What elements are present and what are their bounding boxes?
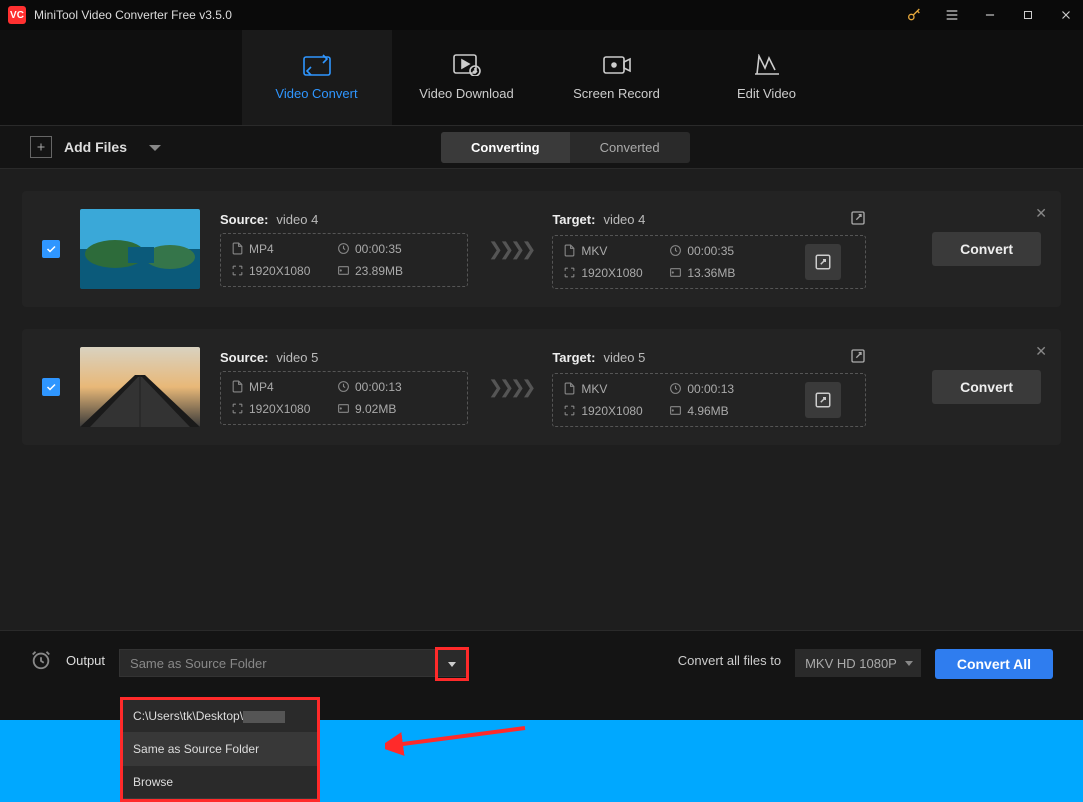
target-label: Target: bbox=[552, 212, 595, 227]
source-format: MP4 bbox=[231, 242, 331, 256]
tab-converted[interactable]: Converted bbox=[570, 132, 690, 163]
source-duration: 00:00:35 bbox=[337, 242, 457, 256]
plus-icon bbox=[30, 136, 52, 158]
annotation-arrow bbox=[385, 720, 545, 780]
source-resolution: 1920X1080 bbox=[231, 264, 331, 278]
tab-label: Screen Record bbox=[573, 86, 660, 101]
target-format: MKV bbox=[563, 244, 663, 258]
tab-edit-video[interactable]: Edit Video bbox=[692, 30, 842, 125]
source-duration: 00:00:13 bbox=[337, 380, 457, 394]
titlebar: VC MiniTool Video Converter Free v3.5.0 bbox=[0, 0, 1083, 30]
rename-icon[interactable] bbox=[850, 210, 866, 229]
add-files-button[interactable]: Add Files bbox=[30, 136, 161, 158]
remove-item-button[interactable]: ✕ bbox=[1035, 205, 1047, 222]
target-resolution: 1920X1080 bbox=[563, 404, 663, 418]
source-name: video 5 bbox=[276, 350, 318, 365]
footer-bar: Output Same as Source Folder C:\Users\tk… bbox=[0, 630, 1083, 720]
target-label: Target: bbox=[552, 350, 595, 365]
output-folder-value: Same as Source Folder bbox=[130, 656, 267, 671]
menu-icon[interactable] bbox=[943, 6, 961, 24]
target-settings-button[interactable] bbox=[805, 382, 841, 418]
remove-item-button[interactable]: ✕ bbox=[1035, 343, 1047, 360]
item-checkbox[interactable] bbox=[42, 378, 60, 396]
source-resolution: 1920X1080 bbox=[231, 402, 331, 416]
chevron-down-icon[interactable] bbox=[149, 139, 161, 155]
tab-converting[interactable]: Converting bbox=[441, 132, 570, 163]
video-thumbnail bbox=[80, 209, 200, 289]
target-format-select[interactable]: MKV HD 1080P bbox=[795, 649, 921, 677]
tab-label: Video Convert bbox=[275, 86, 357, 101]
chevron-down-icon bbox=[905, 661, 913, 666]
source-size: 9.02MB bbox=[337, 402, 457, 416]
target-info: MKV 00:00:13 1920X1080 4.96MB bbox=[552, 373, 866, 427]
target-format-value: MKV HD 1080P bbox=[805, 656, 897, 671]
toolbar: Add Files Converting Converted bbox=[0, 125, 1083, 169]
target-duration: 00:00:13 bbox=[669, 382, 799, 396]
source-info: MP4 00:00:13 1920X1080 9.02MB bbox=[220, 371, 468, 425]
target-name: video 4 bbox=[603, 212, 645, 227]
dropdown-item-browse[interactable]: Browse bbox=[123, 766, 317, 799]
convert-all-button[interactable]: Convert All bbox=[935, 649, 1053, 679]
target-info: MKV 00:00:35 1920X1080 13.36MB bbox=[552, 235, 866, 289]
maximize-button[interactable] bbox=[1019, 6, 1037, 24]
tab-label: Video Download bbox=[419, 86, 513, 101]
output-folder-select[interactable]: Same as Source Folder C:\Users\tk\Deskto… bbox=[119, 649, 469, 677]
source-size: 23.89MB bbox=[337, 264, 457, 278]
tab-label: Edit Video bbox=[737, 86, 796, 101]
source-name: video 4 bbox=[276, 212, 318, 227]
target-resolution: 1920X1080 bbox=[563, 266, 663, 280]
main-nav: Video Convert Video Download Screen Reco… bbox=[0, 30, 1083, 125]
source-label: Source: bbox=[220, 212, 268, 227]
app-logo: VC bbox=[8, 6, 26, 24]
target-settings-button[interactable] bbox=[805, 244, 841, 280]
target-format: MKV bbox=[563, 382, 663, 396]
arrow-icon: ❯❯❯❯ bbox=[488, 377, 532, 398]
target-size: 13.36MB bbox=[669, 266, 799, 280]
conversion-item: Source: video 4 MP4 00:00:35 1920X1080 23… bbox=[22, 191, 1061, 307]
dropdown-item-recent-path[interactable]: C:\Users\tk\Desktop\ bbox=[123, 700, 317, 733]
upgrade-key-icon[interactable] bbox=[905, 6, 923, 24]
target-name: video 5 bbox=[603, 350, 645, 365]
rename-icon[interactable] bbox=[850, 348, 866, 367]
conversion-item: Source: video 5 MP4 00:00:13 1920X1080 9.… bbox=[22, 329, 1061, 445]
conversion-list: Source: video 4 MP4 00:00:35 1920X1080 23… bbox=[0, 169, 1083, 630]
output-label: Output bbox=[66, 653, 105, 668]
target-duration: 00:00:35 bbox=[669, 244, 799, 258]
convert-all-label: Convert all files to bbox=[678, 653, 781, 668]
list-tab-switch: Converting Converted bbox=[441, 132, 690, 163]
target-size: 4.96MB bbox=[669, 404, 799, 418]
output-dropdown-menu: C:\Users\tk\Desktop\ Same as Source Fold… bbox=[120, 697, 320, 802]
tab-screen-record[interactable]: Screen Record bbox=[542, 30, 692, 125]
close-button[interactable] bbox=[1057, 6, 1075, 24]
convert-button[interactable]: Convert bbox=[932, 370, 1041, 404]
source-block: Source: video 4 MP4 00:00:35 1920X1080 23… bbox=[220, 212, 468, 287]
chevron-down-icon bbox=[448, 662, 456, 667]
tab-video-download[interactable]: Video Download bbox=[392, 30, 542, 125]
convert-button[interactable]: Convert bbox=[932, 232, 1041, 266]
source-block: Source: video 5 MP4 00:00:13 1920X1080 9.… bbox=[220, 350, 468, 425]
app-title: MiniTool Video Converter Free v3.5.0 bbox=[34, 8, 232, 22]
output-dropdown-button[interactable] bbox=[435, 647, 469, 681]
video-thumbnail bbox=[80, 347, 200, 427]
arrow-icon: ❯❯❯❯ bbox=[488, 239, 532, 260]
source-info: MP4 00:00:35 1920X1080 23.89MB bbox=[220, 233, 468, 287]
item-checkbox[interactable] bbox=[42, 240, 60, 258]
target-block: Target: video 5 MKV 00:00:13 1920X1080 4.… bbox=[552, 348, 866, 427]
add-files-label: Add Files bbox=[64, 139, 127, 155]
tab-video-convert[interactable]: Video Convert bbox=[242, 30, 392, 125]
source-format: MP4 bbox=[231, 380, 331, 394]
dropdown-item-same-folder[interactable]: Same as Source Folder bbox=[123, 733, 317, 766]
target-block: Target: video 4 MKV 00:00:35 1920X1080 13… bbox=[552, 210, 866, 289]
minimize-button[interactable] bbox=[981, 6, 999, 24]
source-label: Source: bbox=[220, 350, 268, 365]
schedule-icon[interactable] bbox=[30, 649, 52, 677]
